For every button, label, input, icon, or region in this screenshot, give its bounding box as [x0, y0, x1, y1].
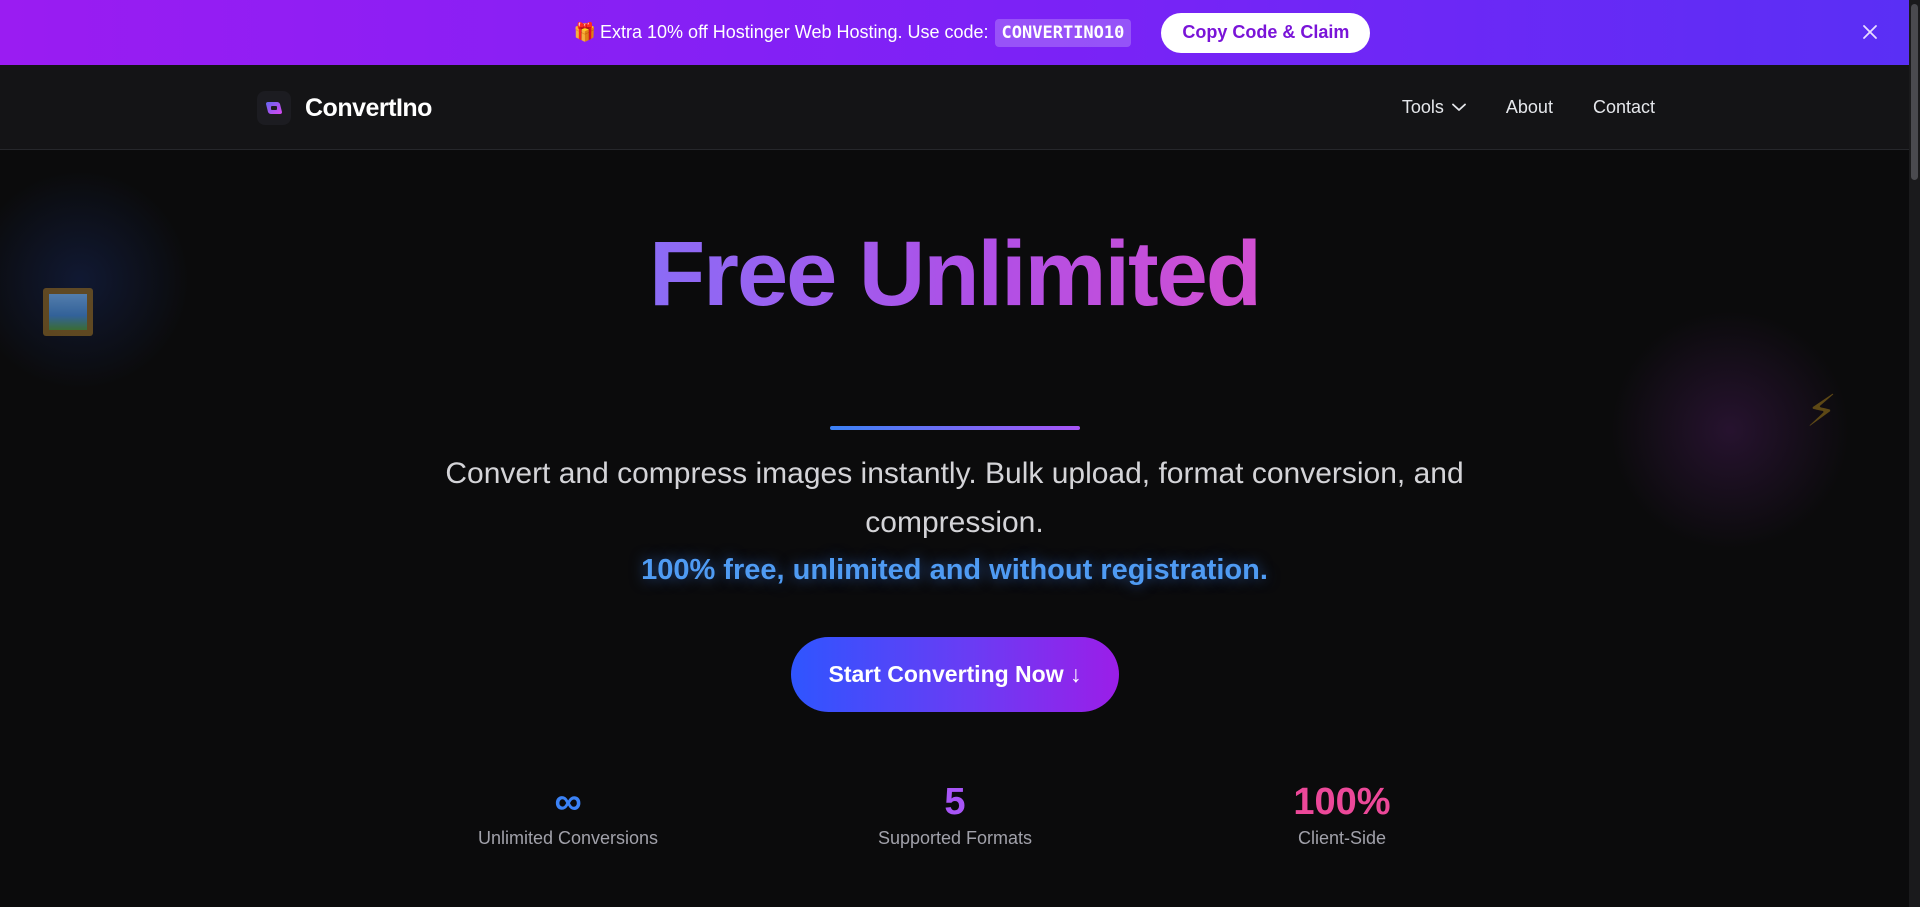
nav-item-tools[interactable]: Tools	[1402, 97, 1466, 118]
brand[interactable]: ConvertIno	[257, 91, 432, 125]
nav-item-contact[interactable]: Contact	[1593, 97, 1655, 118]
promo-text: Extra 10% off Hostinger Web Hosting. Use…	[600, 22, 989, 42]
nav-item-label: About	[1505, 97, 1553, 117]
scrollbar-thumb[interactable]	[1911, 4, 1918, 180]
hero-free-text: 100% free, unlimited and without registr…	[641, 554, 1268, 586]
stat-value: ∞	[554, 781, 582, 823]
promo-banner: 🎁 Extra 10% off Hostinger Web Hosting. U…	[0, 0, 1909, 65]
stat-unlimited: ∞ Unlimited Conversions	[448, 780, 688, 849]
hero-divider	[830, 426, 1080, 430]
stat-value: 100%	[1293, 781, 1391, 823]
brand-name: ConvertIno	[305, 93, 432, 122]
logo-icon	[257, 91, 291, 125]
start-converting-button[interactable]: Start Converting Now ↓	[791, 637, 1119, 712]
gift-icon: 🎁	[573, 22, 597, 42]
copy-code-claim-button[interactable]: Copy Code & Claim	[1161, 12, 1371, 53]
stat-value: 5	[944, 781, 966, 823]
hero-subtitle: Convert and compress images instantly. B…	[445, 457, 1464, 539]
nav-links: Tools About Contact	[1362, 97, 1655, 118]
promo-code: CONVERTINO10	[994, 18, 1132, 47]
stat-label: Client-Side	[1297, 828, 1387, 848]
lightning-bolt-icon: ⚡	[1806, 387, 1837, 436]
top-navigation: ConvertIno Tools About Contact	[0, 65, 1909, 150]
nav-item-label: Tools	[1401, 97, 1444, 117]
stat-label: Supported Formats	[877, 828, 1033, 848]
chevron-down-icon	[1452, 103, 1466, 111]
close-icon[interactable]	[1861, 23, 1879, 41]
page-scrollbar[interactable]	[1909, 0, 1920, 907]
stat-formats: 5 Supported Formats	[835, 780, 1075, 849]
hero-title-text: Free Unlimited	[648, 223, 1262, 325]
nav-item-label: Contact	[1592, 97, 1655, 117]
hero-title: Free Unlimited	[0, 222, 1909, 327]
nav-item-about[interactable]: About	[1506, 97, 1553, 118]
stat-client-side: 100% Client-Side	[1222, 780, 1462, 849]
stat-label: Unlimited Conversions	[477, 828, 659, 848]
promo-content: 🎁 Extra 10% off Hostinger Web Hosting. U…	[573, 12, 1371, 53]
